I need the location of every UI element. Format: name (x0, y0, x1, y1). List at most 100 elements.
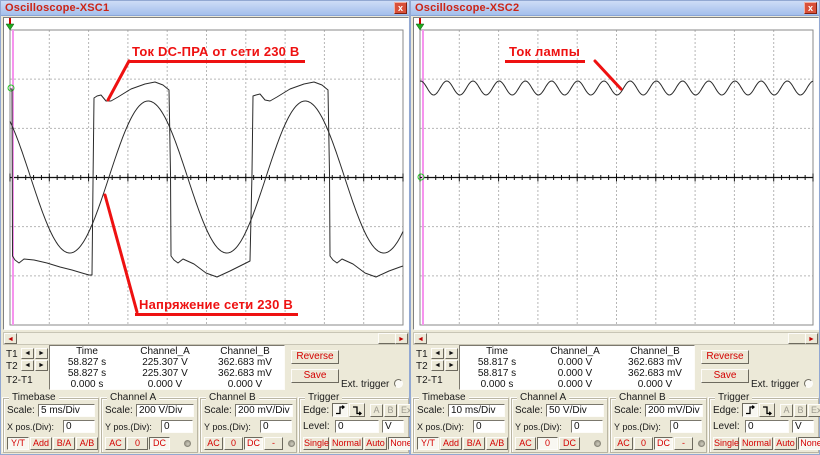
t1-right-arrow-icon[interactable]: ► (445, 348, 458, 359)
channel-b-minus-button[interactable]: - (264, 437, 283, 450)
channel-b-ypos-input[interactable] (670, 420, 702, 433)
save-button[interactable]: Save (291, 369, 339, 383)
channel-a-scale-input[interactable] (546, 404, 604, 417)
t2-right-arrow-icon[interactable]: ► (35, 360, 48, 371)
timebase-scale-input[interactable] (38, 404, 95, 417)
timebase-add-button[interactable]: Add (440, 437, 462, 450)
trigger-single-button[interactable]: Single (303, 437, 329, 450)
channel-a-zero-button[interactable]: 0 (537, 437, 558, 450)
timebase-xpos-input[interactable] (63, 420, 95, 433)
channel-b-ac-button[interactable]: AC (614, 437, 633, 450)
t1-channel-b: 362.683 mV (206, 357, 284, 368)
trigger-unit-input[interactable] (382, 420, 404, 433)
trigger-unit-input[interactable] (792, 420, 814, 433)
t2-left-arrow-icon[interactable]: ◄ (21, 360, 34, 371)
falling-edge-icon[interactable] (759, 403, 775, 417)
scroll-right-icon[interactable]: ► (805, 333, 818, 344)
trigger-a-button[interactable]: A (780, 404, 793, 417)
channel-a-zero-button[interactable]: 0 (127, 437, 148, 450)
channel-b-scale-label: Scale: (614, 405, 645, 416)
channel-b-dc-button[interactable]: DC (654, 437, 673, 450)
trigger-a-button[interactable]: A (370, 404, 383, 417)
title-bar[interactable]: Oscilloscope-XSC1 x (1, 1, 409, 16)
t2-right-arrow-icon[interactable]: ► (445, 360, 458, 371)
channel-a-scale-input[interactable] (136, 404, 194, 417)
trigger-level-label: Level: (713, 421, 742, 432)
scroll-left-icon[interactable]: ◄ (414, 333, 427, 344)
t2t1-channel-a: 0.000 V (124, 379, 206, 390)
channel-b-minus-button[interactable]: - (674, 437, 693, 450)
channel-a-dc-button[interactable]: DC (559, 437, 580, 450)
falling-edge-icon[interactable] (349, 403, 365, 417)
t2t1-channel-b: 0.000 V (206, 379, 284, 390)
t2-left-arrow-icon[interactable]: ◄ (431, 360, 444, 371)
timebase-add-button[interactable]: Add (30, 437, 52, 450)
trigger-level-input[interactable] (745, 420, 789, 433)
channel-b-zero-button[interactable]: 0 (224, 437, 243, 450)
timebase-ab-button[interactable]: A/B (76, 437, 98, 450)
ext-trigger-connector[interactable] (804, 379, 813, 388)
timebase-yt-button[interactable]: Y/T (7, 437, 29, 450)
trigger-b-button[interactable]: B (794, 404, 807, 417)
t1-right-arrow-icon[interactable]: ► (35, 348, 48, 359)
trigger-normal-button[interactable]: Normal (740, 437, 773, 450)
ext-trigger-connector[interactable] (394, 379, 403, 388)
measurement-readout: Time Channel_A Channel_B 58.817 s 0.000 … (459, 345, 695, 390)
close-icon[interactable]: x (394, 2, 407, 14)
oscilloscope-window-xsc1: Oscilloscope-XSC1 x Ток DC-ПРА от сети 2… (0, 0, 410, 455)
channel-b-dc-button[interactable]: DC (244, 437, 263, 450)
trigger-level-input[interactable] (335, 420, 379, 433)
t2-values-row: 58.817 s 0.000 V 362.683 mV (460, 368, 694, 379)
horizontal-scrollbar[interactable]: ◄ ► (3, 332, 409, 345)
trigger-auto-button[interactable]: Auto (774, 437, 797, 450)
scroll-left-icon[interactable]: ◄ (4, 333, 17, 344)
channel-b-scale-input[interactable] (235, 404, 293, 417)
trigger-single-button[interactable]: Single (713, 437, 739, 450)
channel-a-ypos-label: Y pos.(Div): (515, 422, 571, 432)
col-header-time: Time (460, 346, 534, 357)
channel-a-ypos-input[interactable] (161, 420, 193, 433)
trigger-none-button[interactable]: None (798, 437, 820, 450)
t1-left-arrow-icon[interactable]: ◄ (21, 348, 34, 359)
cursor-t1-label: T1 (416, 349, 428, 360)
channel-a-terminal-icon (594, 440, 601, 447)
channel-b-zero-button[interactable]: 0 (634, 437, 653, 450)
channel-b-terminal-icon (698, 440, 705, 447)
t1-left-arrow-icon[interactable]: ◄ (431, 348, 444, 359)
channel-a-ac-button[interactable]: AC (105, 437, 126, 450)
cursor-t2t1-label: T2-T1 (416, 375, 443, 386)
trigger-normal-button[interactable]: Normal (330, 437, 363, 450)
channel-a-ypos-input[interactable] (571, 420, 603, 433)
channel-b-group: Channel B Scale: Y pos.(Div): AC 0 DC - (610, 398, 707, 453)
timebase-ba-button[interactable]: B/A (53, 437, 75, 450)
channel-b-ypos-input[interactable] (260, 420, 292, 433)
timebase-scale-input[interactable] (448, 404, 505, 417)
annotation-mains-voltage: Напряжение сети 230 В (135, 297, 298, 316)
save-button[interactable]: Save (701, 369, 749, 383)
reverse-button[interactable]: Reverse (701, 350, 749, 364)
trigger-group: Trigger Edge: A B Ext Level: Single Norm… (709, 398, 819, 453)
trigger-b-button[interactable]: B (384, 404, 397, 417)
scroll-right-icon[interactable]: ► (395, 333, 408, 344)
channel-a-legend: Channel A (107, 392, 159, 403)
rising-edge-icon[interactable] (742, 403, 758, 417)
timebase-ab-button[interactable]: A/B (486, 437, 508, 450)
title-bar[interactable]: Oscilloscope-XSC2 x (411, 1, 819, 16)
channel-a-dc-button[interactable]: DC (149, 437, 170, 450)
col-header-channel-b: Channel_B (616, 346, 694, 357)
t1-time: 58.827 s (50, 357, 124, 368)
close-icon[interactable]: x (804, 2, 817, 14)
trigger-auto-button[interactable]: Auto (364, 437, 387, 450)
timebase-xpos-input[interactable] (473, 420, 505, 433)
horizontal-scrollbar[interactable]: ◄ ► (413, 332, 819, 345)
t2t1-channel-b: 0.000 V (616, 379, 694, 390)
reverse-button[interactable]: Reverse (291, 350, 339, 364)
channel-b-scale-input[interactable] (645, 404, 703, 417)
timebase-ba-button[interactable]: B/A (463, 437, 485, 450)
timebase-yt-button[interactable]: Y/T (417, 437, 439, 450)
trigger-ext-button[interactable]: Ext (808, 404, 820, 417)
channel-b-terminal-icon (288, 440, 295, 447)
channel-a-ac-button[interactable]: AC (515, 437, 536, 450)
channel-b-ac-button[interactable]: AC (204, 437, 223, 450)
rising-edge-icon[interactable] (332, 403, 348, 417)
